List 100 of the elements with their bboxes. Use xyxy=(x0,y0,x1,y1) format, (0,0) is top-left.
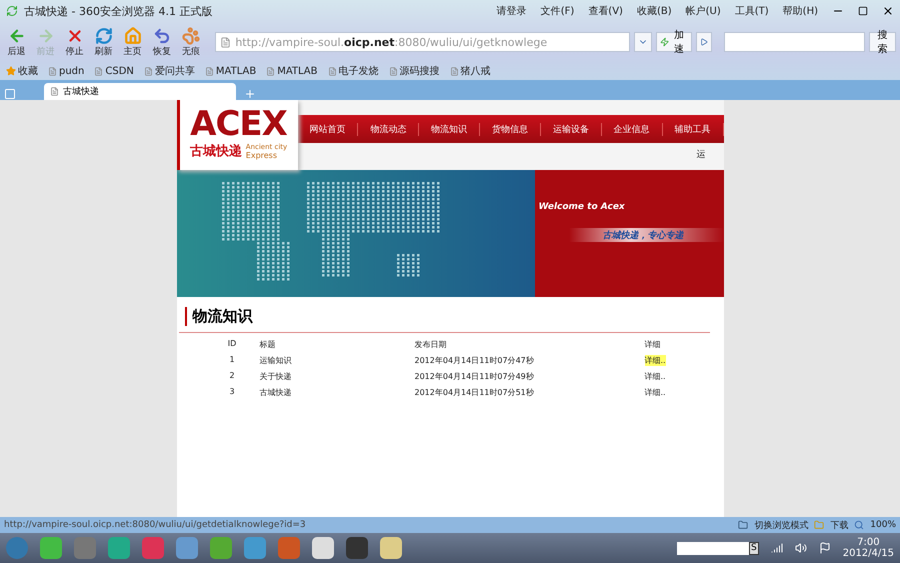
clock-time: 7:00 xyxy=(857,537,880,548)
taskbar-app-icon[interactable] xyxy=(108,537,130,559)
column-header: 详细 xyxy=(644,339,660,350)
refresh-icon xyxy=(94,26,113,44)
logo-wordmark: ACEX xyxy=(190,106,287,142)
folder-icon xyxy=(814,520,824,530)
taskbar-app-icon[interactable] xyxy=(142,537,164,559)
detail-link[interactable]: 详细.. xyxy=(644,387,666,398)
menu-item[interactable]: 收藏(B) xyxy=(636,4,672,18)
paw-icon xyxy=(182,26,200,44)
bookmark-link[interactable]: 猪八戒 xyxy=(450,64,491,78)
toolbar-button[interactable]: 恢复 xyxy=(149,26,174,58)
taskbar-app-icon[interactable] xyxy=(6,537,28,559)
page-icon xyxy=(144,66,153,76)
close-icon[interactable] xyxy=(882,5,894,17)
bookmark-link[interactable]: MATLAB xyxy=(266,66,318,76)
zoom-icon xyxy=(854,520,864,530)
accelerate-button[interactable]: 加速 xyxy=(656,32,692,52)
new-tab-icon[interactable] xyxy=(244,88,256,100)
window-title: 古城快递 - 360安全浏览器 4.1 正式版 xyxy=(24,4,212,18)
page-icon xyxy=(50,87,59,96)
column-header: 标题 xyxy=(260,339,276,350)
bookmark-link[interactable]: 爱问共享 xyxy=(144,64,195,78)
table-cell-text: 2012年04月14日11时07分47秒 xyxy=(414,355,535,366)
section-title: 物流知识 xyxy=(184,307,704,326)
page-icon xyxy=(450,66,459,76)
flag-icon xyxy=(818,542,831,554)
bookmark-link[interactable]: 源码搜搜 xyxy=(388,64,440,78)
browser-tab[interactable]: 古城快递 xyxy=(44,83,236,100)
detail-link[interactable]: 详细.. xyxy=(644,371,666,382)
bookmark-link[interactable]: 电子发烧 xyxy=(328,64,379,78)
menu-item[interactable]: 查看(V) xyxy=(588,4,623,18)
toolbar-button[interactable]: 主页 xyxy=(120,26,146,58)
page-icon xyxy=(48,66,57,76)
bookmark-link[interactable]: pudn xyxy=(48,66,84,76)
clock-date: 2012/4/15 xyxy=(842,548,894,559)
toolbar-button[interactable]: 停止 xyxy=(62,26,88,58)
go-button[interactable] xyxy=(696,32,712,52)
menu-item[interactable]: 帐户(U) xyxy=(686,4,721,18)
taskbar-input-field[interactable]: S xyxy=(676,542,759,554)
nav-link[interactable]: 物流知识 xyxy=(419,122,480,136)
toolbar-button[interactable]: 刷新 xyxy=(91,26,116,58)
sidebar-toggle-icon[interactable] xyxy=(4,88,16,100)
browser-logo-icon xyxy=(6,5,18,17)
address-field[interactable]: http://vampire-soul.oicp.net:8080/wuliu/ui/getknowlege xyxy=(215,32,630,52)
taskbar-app-icon[interactable] xyxy=(244,537,266,559)
search-field[interactable] xyxy=(724,32,866,52)
page-icon xyxy=(94,66,104,76)
taskbar-app-icon[interactable] xyxy=(176,537,198,559)
status-url: http://vampire-soul.oicp.net:8080/wuliu/ui/getdetialknowlege?id=3 xyxy=(4,520,306,530)
lightning-icon xyxy=(660,37,669,47)
folder-icon xyxy=(738,520,748,530)
search-button[interactable]: 搜索 xyxy=(869,32,896,52)
nav-link[interactable]: 企业信息 xyxy=(602,122,663,136)
taskbar-app-icon[interactable] xyxy=(40,537,62,559)
nav-link[interactable]: 物流动态 xyxy=(358,122,420,136)
bookmark-link[interactable]: 收藏 xyxy=(6,64,38,78)
table-cell: 1 xyxy=(229,355,235,366)
column-header: 发布日期 xyxy=(414,339,446,350)
table-cell: 2 xyxy=(229,371,235,382)
taskbar-app-icon[interactable] xyxy=(312,537,334,559)
bookmark-link[interactable]: MATLAB xyxy=(204,66,256,76)
logo-chinese-name: 古城快递 xyxy=(190,142,242,160)
logo-english-line: Express xyxy=(246,150,278,160)
browse-mode-link[interactable]: 切换浏览模式 xyxy=(754,518,808,532)
menu-item[interactable]: 帮助(H) xyxy=(782,4,818,18)
taskbar-app-icon[interactable] xyxy=(346,537,368,559)
menu-item[interactable]: 工具(T) xyxy=(734,4,769,18)
menu-item[interactable]: 请登录 xyxy=(496,4,527,18)
zoom-level[interactable]: 100% xyxy=(870,520,896,530)
marquee-text: 运 xyxy=(696,148,706,160)
toolbar-button[interactable]: 无痕 xyxy=(178,26,204,58)
page-icon xyxy=(266,66,276,76)
table-cell-text: 古城快递 xyxy=(260,387,292,398)
page-icon xyxy=(388,66,398,76)
table-cell-text: 2012年04月14日11时07分51秒 xyxy=(414,387,535,398)
nav-link[interactable]: 辅助工具 xyxy=(662,122,724,136)
table-cell-text: 运输知识 xyxy=(260,355,292,366)
nav-link[interactable]: 货物信息 xyxy=(480,122,541,136)
table-cell: 3 xyxy=(229,387,235,398)
undo-arrow-icon xyxy=(152,26,171,44)
download-link[interactable]: 下载 xyxy=(830,518,848,532)
page-icon xyxy=(220,36,232,48)
table-cell-text: 2012年04月14日11时07分49秒 xyxy=(414,371,535,382)
toolbar-button[interactable]: 后退 xyxy=(4,26,30,58)
menu-item[interactable]: 文件(F) xyxy=(540,4,574,18)
page-icon xyxy=(204,66,214,76)
input-key: S xyxy=(749,542,759,554)
taskbar-app-icon[interactable] xyxy=(380,537,402,559)
slogan-text: 古城快递，专心专递 xyxy=(602,229,684,242)
page-icon xyxy=(328,66,337,76)
taskbar-app-icon[interactable] xyxy=(210,537,232,559)
play-icon xyxy=(700,38,708,46)
nav-link[interactable]: 网站首页 xyxy=(298,122,358,136)
maximize-icon[interactable] xyxy=(858,6,868,16)
bookmark-link[interactable]: CSDN xyxy=(94,66,134,76)
nav-link[interactable]: 运输设备 xyxy=(540,122,602,136)
taskbar-app-icon[interactable] xyxy=(278,537,300,559)
column-header: ID xyxy=(228,339,236,350)
dropdown-button[interactable] xyxy=(634,32,652,52)
